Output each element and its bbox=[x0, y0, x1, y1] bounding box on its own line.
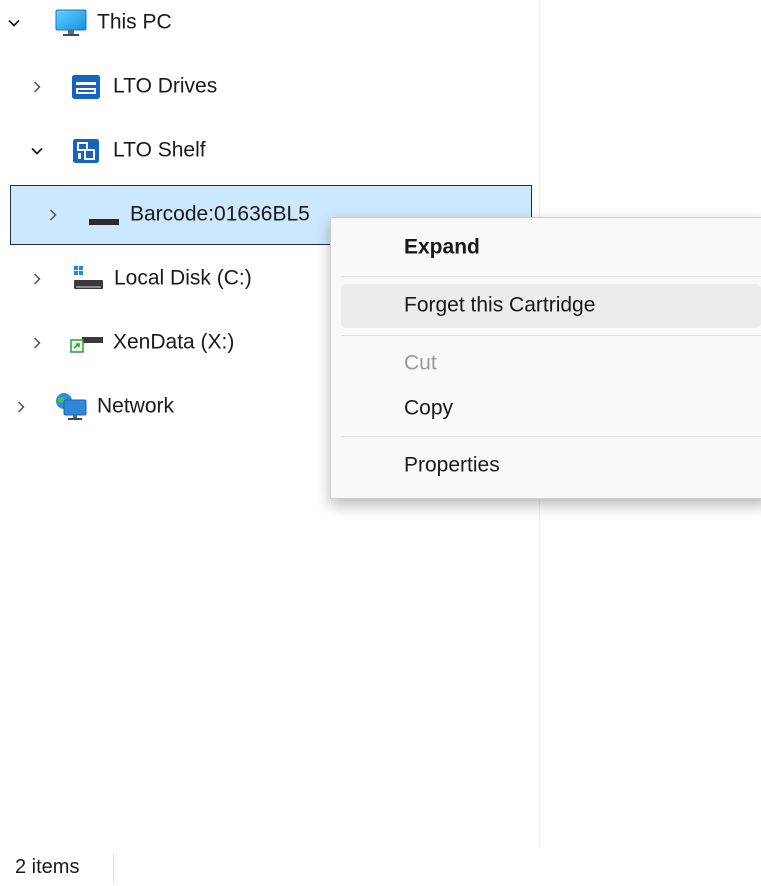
monitor-icon bbox=[55, 9, 87, 42]
tree-item-label: Network bbox=[97, 394, 175, 418]
tree-item-label: Barcode:01636BL5 bbox=[130, 202, 310, 226]
status-separator bbox=[113, 853, 114, 883]
network-drive-icon bbox=[70, 333, 104, 358]
chevron-right-icon[interactable] bbox=[30, 80, 44, 94]
item-count: 2 items bbox=[15, 856, 80, 878]
tree-item-label: LTO Shelf bbox=[113, 138, 206, 162]
drive-icon bbox=[72, 264, 104, 297]
menu-item-label: Cut bbox=[404, 351, 437, 375]
menu-item-cut: Cut bbox=[341, 342, 761, 386]
menu-item-copy[interactable]: Copy bbox=[341, 387, 761, 431]
chevron-right-icon[interactable] bbox=[46, 208, 60, 222]
tree-item-lto-shelf[interactable]: LTO Shelf bbox=[0, 120, 540, 182]
menu-separator bbox=[341, 335, 761, 336]
chevron-right-icon[interactable] bbox=[30, 336, 44, 350]
menu-item-label: Copy bbox=[404, 396, 454, 420]
chevron-down-icon[interactable] bbox=[7, 16, 21, 30]
menu-item-label: Expand bbox=[404, 235, 480, 259]
chevron-right-icon[interactable] bbox=[30, 272, 44, 286]
tree-item-label: Local Disk (C:) bbox=[114, 266, 252, 290]
menu-item-expand[interactable]: Expand bbox=[341, 226, 761, 270]
shelf-icon bbox=[72, 138, 100, 169]
menu-item-label: Properties bbox=[404, 453, 500, 477]
context-menu: Expand Forget this Cartridge Cut Copy Pr… bbox=[330, 217, 761, 499]
tree-item-label: LTO Drives bbox=[113, 74, 218, 98]
cartridge-icon bbox=[89, 212, 119, 230]
menu-separator bbox=[341, 276, 761, 277]
tree-item-lto-drives[interactable]: LTO Drives bbox=[0, 56, 540, 118]
tree-item-this-pc[interactable]: This PC bbox=[0, 0, 540, 54]
menu-item-properties[interactable]: Properties bbox=[341, 444, 761, 488]
tape-drive-icon bbox=[71, 74, 101, 105]
tree-item-label: This PC bbox=[97, 10, 172, 34]
menu-item-forget-cartridge[interactable]: Forget this Cartridge bbox=[341, 284, 761, 328]
chevron-right-icon[interactable] bbox=[14, 400, 28, 414]
status-bar: 2 items bbox=[0, 845, 761, 886]
tree-item-label: XenData (X:) bbox=[113, 330, 235, 354]
network-icon bbox=[54, 392, 88, 427]
chevron-down-icon[interactable] bbox=[30, 144, 44, 158]
menu-item-label: Forget this Cartridge bbox=[404, 293, 596, 317]
menu-separator bbox=[341, 436, 761, 437]
